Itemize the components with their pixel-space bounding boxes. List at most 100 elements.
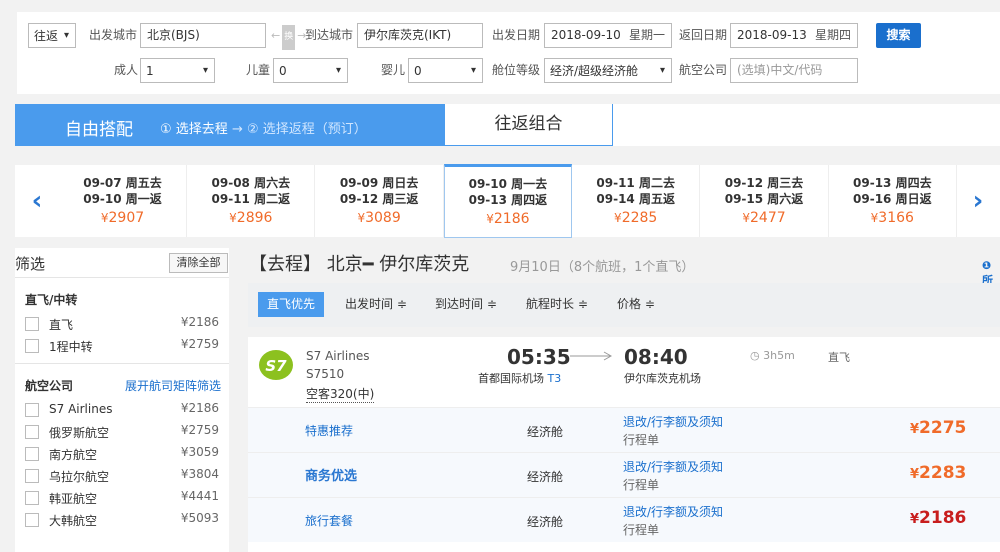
currency-symbol: ¥ <box>910 512 920 527</box>
date-option[interactable]: 09-10 周一去 09-13 周四返 ¥2186 <box>443 164 572 238</box>
arrow-right-icon <box>570 351 613 361</box>
checkbox[interactable] <box>25 469 39 483</box>
checkbox[interactable] <box>25 491 39 505</box>
chevron-down-icon: ▾ <box>470 65 476 76</box>
return-date: 09-13 周四返 <box>468 193 548 207</box>
cabin-label: 舱位等级 <box>492 63 541 77</box>
date-option[interactable]: 09-07 周五去 09-10 周一返 ¥2907 <box>59 165 187 237</box>
swap-icon: 换 <box>282 25 296 50</box>
cabin-select[interactable]: 经济/超级经济舱 ▾ <box>544 58 672 83</box>
logo-text: S7 <box>265 357 287 375</box>
adult-select[interactable]: 1 ▾ <box>140 58 215 83</box>
filter-option-label: S7 Airlines <box>49 402 113 416</box>
round-trip-tab[interactable]: 往返组合 <box>444 104 613 146</box>
sort-arrive-time[interactable]: 到达时间 ≑ <box>435 292 497 317</box>
filter-option[interactable]: S7 Airlines ¥2186 <box>25 400 221 420</box>
return-date: 09-15 周六返 <box>724 192 804 206</box>
mode-bar: 自由搭配 ① 选择去程 → ② 选择返程（预订） 往返组合 <box>15 104 1000 146</box>
depart-date-value: 2018-09-10 <box>551 28 621 42</box>
child-select[interactable]: 0 ▾ <box>273 58 348 83</box>
filter-option[interactable]: 乌拉尔航空 ¥3804 <box>25 466 221 486</box>
child-label: 儿童 <box>246 63 271 77</box>
clear-all-button[interactable]: 清除全部 <box>169 253 228 273</box>
sort-duration[interactable]: 航程时长 ≑ <box>526 292 588 317</box>
divider <box>15 363 229 364</box>
fare-product[interactable]: 特惠推荐 <box>305 422 353 439</box>
search-button[interactable]: 搜索 <box>876 23 921 48</box>
cabin-value: 经济/超级经济舱 <box>550 64 639 78</box>
filter-option[interactable]: 大韩航空 ¥5093 <box>25 510 221 530</box>
currency-symbol: ¥ <box>357 211 366 225</box>
depart-date-label: 出发日期 <box>492 28 541 42</box>
sort-direct-first[interactable]: 直飞优先 <box>258 292 325 317</box>
fare-price: ¥2186 <box>910 508 966 528</box>
checkbox[interactable] <box>25 317 39 331</box>
checkbox[interactable] <box>25 447 39 461</box>
currency-symbol: ¥ <box>614 211 622 225</box>
chevron-right-icon: › <box>972 186 984 216</box>
route-title: 【去程】 北京━ 伊尔库茨克 <box>249 254 470 275</box>
nonstop-label: 直飞 <box>828 351 850 364</box>
step-1: ① 选择去程 <box>160 122 228 137</box>
aircraft-type[interactable]: 空客320(中) <box>306 385 375 403</box>
depart-date-input[interactable]: 2018-09-10 星期一 <box>544 23 672 48</box>
filter-option[interactable]: 1程中转 ¥2759 <box>25 336 221 356</box>
fare-cabin: 经济舱 <box>527 515 564 529</box>
search-panel: 往返 ▾ 出发城市 北京(BJS) ← 换 → 到达城市 伊尔库茨克(IKT) 出发… <box>17 12 1000 94</box>
date-option[interactable]: 09-12 周三去 09-15 周六返 ¥2477 <box>701 165 829 237</box>
sort-depart-time[interactable]: 出发时间 ≑ <box>345 292 407 317</box>
from-city-input[interactable]: 北京(BJS) <box>140 23 266 48</box>
fare-cabin: 经济舱 <box>527 425 564 439</box>
filter-option[interactable]: 俄罗斯航空 ¥2759 <box>25 422 221 442</box>
sort-price[interactable]: 价格 ≑ <box>617 292 655 317</box>
chevron-left-icon: ‹ <box>31 186 43 216</box>
fare-product[interactable]: 商务优选 <box>305 465 357 484</box>
checkbox[interactable] <box>25 403 39 417</box>
fare-rules-link[interactable]: 退改/行李额及须知 <box>623 503 723 520</box>
filter-sidebar: 筛选 清除全部 直飞/中转 直飞 ¥2186 1程中转 ¥2759 航空公司 展开航司… <box>15 248 229 552</box>
checkbox[interactable] <box>25 339 39 353</box>
airline-name: S7 Airlines <box>306 349 370 363</box>
date-option[interactable]: 09-09 周日去 09-12 周三返 ¥3089 <box>316 165 444 237</box>
fare-product[interactable]: 旅行套餐 <box>305 512 353 529</box>
infant-select[interactable]: 0 ▾ <box>408 58 483 83</box>
infant-label: 婴儿 <box>381 63 406 77</box>
fare-price-value: 2283 <box>919 463 967 483</box>
next-dates-button[interactable]: › <box>956 165 1000 237</box>
departure-time: 05:35 <box>507 345 571 369</box>
prev-dates-button[interactable]: ‹ <box>15 165 59 237</box>
free-combination-tab[interactable]: 自由搭配 ① 选择去程 → ② 选择返程（预订） <box>15 104 444 146</box>
airline-input[interactable]: (选填)中文/代码 <box>730 58 858 83</box>
return-date: 09-16 周日返 <box>853 192 932 206</box>
trip-type-select[interactable]: 往返 ▾ <box>28 23 76 48</box>
filter-option-price: ¥2759 <box>180 337 219 351</box>
filter-option[interactable]: 直飞 ¥2186 <box>25 314 221 334</box>
outbound-date: 09-08 周六去 <box>211 176 291 190</box>
checkbox[interactable] <box>25 425 39 439</box>
chevron-down-icon: ▾ <box>659 65 665 76</box>
filter-option[interactable]: 韩亚航空 ¥4441 <box>25 488 221 508</box>
departure-airport-name: 首都国际机场 <box>478 372 544 385</box>
return-date-input[interactable]: 2018-09-13 星期四 <box>730 23 858 48</box>
infant-value: 0 <box>414 63 422 78</box>
chevron-down-icon: ▾ <box>335 65 341 76</box>
currency-symbol: ¥ <box>486 212 494 226</box>
airline-matrix-link[interactable]: 展开航司矩阵筛选 <box>125 377 221 394</box>
return-date-value: 2018-09-13 <box>737 28 807 42</box>
step-2: ② 选择返程（预订） <box>246 122 367 137</box>
airline-placeholder: (选填)中文/代码 <box>737 63 823 77</box>
date-option[interactable]: 09-13 周四去 09-16 周日返 ¥3166 <box>829 165 957 237</box>
date-option[interactable]: 09-11 周二去 09-14 周五返 ¥2285 <box>572 165 701 237</box>
fare-price: ¥2275 <box>910 418 966 438</box>
checkbox[interactable] <box>25 513 39 527</box>
fare-rules-link[interactable]: 退改/行李额及须知 <box>623 458 723 475</box>
fare-row: 商务优选 经济舱 退改/行李额及须知 行程单 ¥2283 <box>248 452 1000 497</box>
swap-cities-button[interactable]: ← 换 → <box>271 23 306 50</box>
date-price: ¥2896 <box>187 210 314 226</box>
filter-header: 筛选 清除全部 <box>15 248 229 278</box>
to-city-input[interactable]: 伊尔库茨克(IKT) <box>357 23 483 48</box>
date-option[interactable]: 09-08 周六去 09-11 周二返 ¥2896 <box>187 165 316 237</box>
filter-option[interactable]: 南方航空 ¥3059 <box>25 444 221 464</box>
fare-rules-link[interactable]: 退改/行李额及须知 <box>623 413 723 430</box>
currency-symbol: ¥ <box>229 211 237 225</box>
